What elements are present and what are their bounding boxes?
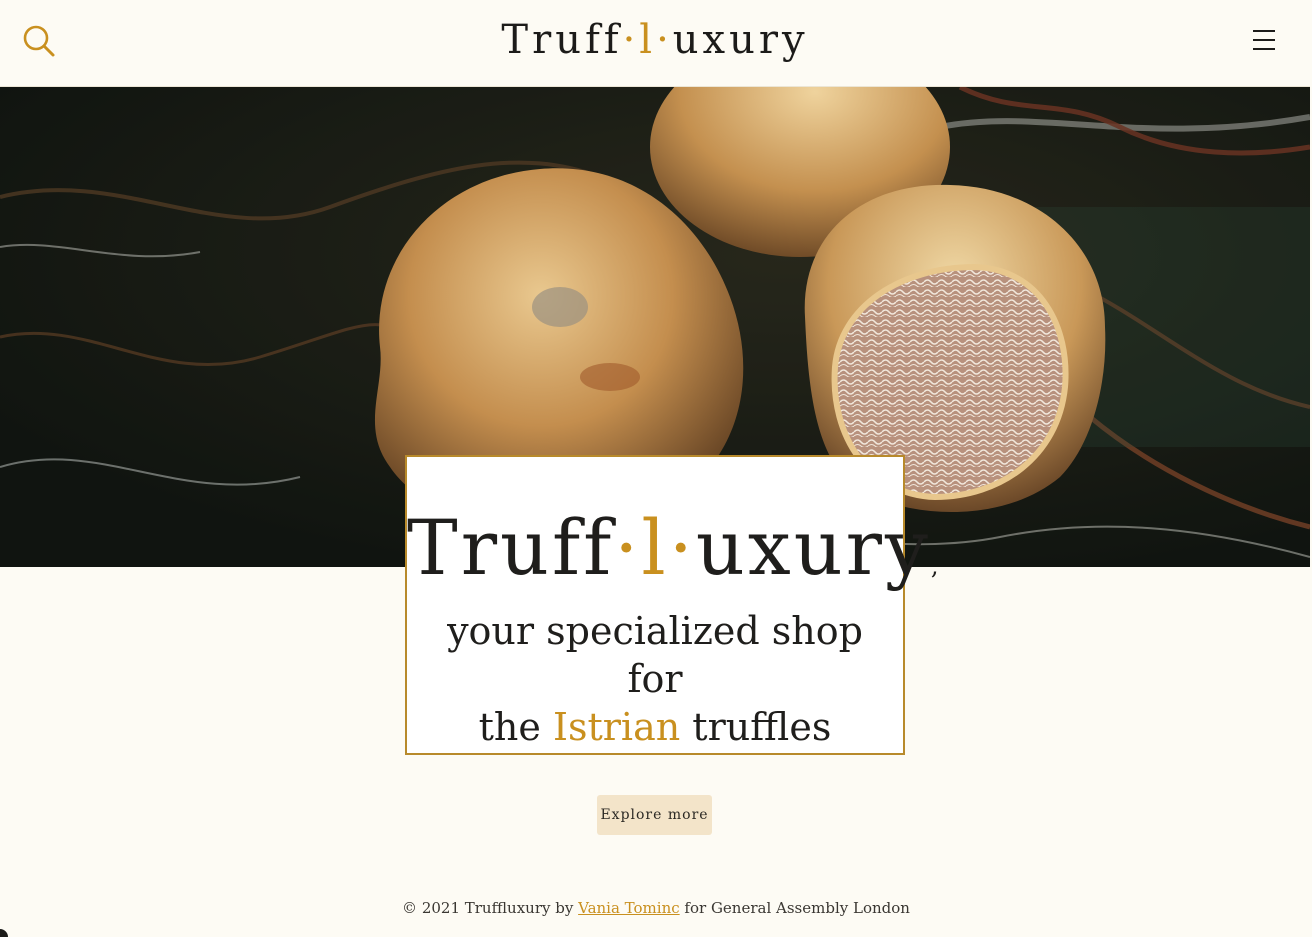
- hero-brand-title: Truff·l·uxury,: [407, 503, 939, 592]
- page: Truff·l·uxury Truff·l·uxury, your specia…: [0, 0, 1312, 937]
- site-footer: © 2021 Truffluxury by Vania Tominc for G…: [402, 899, 910, 917]
- site-logo[interactable]: Truff·l·uxury: [0, 14, 1310, 66]
- site-header: Truff·l·uxury: [0, 0, 1310, 87]
- corner-decoration: [0, 929, 8, 937]
- explore-more-button[interactable]: Explore more: [597, 795, 712, 835]
- author-link[interactable]: Vania Tominc: [578, 899, 680, 917]
- menu-button[interactable]: [1253, 30, 1275, 50]
- hero-card: Truff·l·uxury, your specialized shop for…: [405, 455, 939, 755]
- hero-tagline: your specialized shop for the Istrian tr…: [447, 609, 863, 749]
